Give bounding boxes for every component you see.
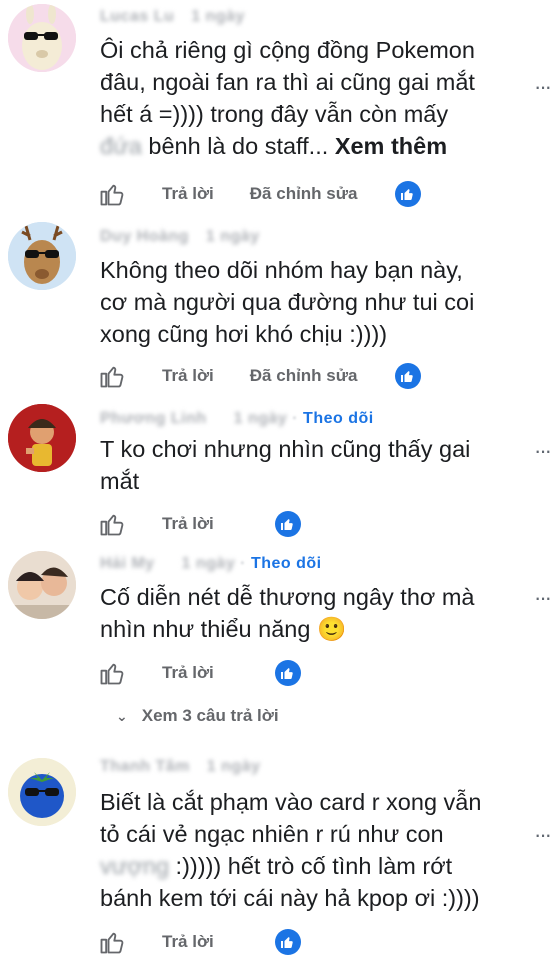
edited-label[interactable]: Đã chỉnh sửa bbox=[250, 366, 358, 386]
comment-line: cơ mà người qua đường như tui coi bbox=[100, 289, 475, 315]
comment-meta: Hải My 1 ngày · Theo dõi bbox=[100, 555, 322, 573]
more-options-icon[interactable]: ··· bbox=[534, 74, 550, 100]
like-reaction-icon[interactable] bbox=[274, 928, 302, 956]
avatar[interactable] bbox=[8, 404, 76, 472]
comment-meta: Duy Hoàng 1 ngày bbox=[100, 228, 260, 246]
author-name[interactable]: Duy Hoàng bbox=[100, 228, 189, 245]
avatar[interactable] bbox=[8, 4, 76, 72]
thumbs-up-icon[interactable] bbox=[98, 659, 126, 687]
comment-text: Biết là cắt phạm vào card r xong vẫn tỏ … bbox=[100, 786, 520, 914]
comment-time[interactable]: 1 ngày bbox=[182, 555, 236, 572]
chevron-down-icon: ⌄ bbox=[116, 707, 128, 724]
comment-time[interactable]: 1 ngày bbox=[206, 228, 260, 245]
thumbs-up-icon[interactable] bbox=[98, 928, 126, 956]
follow-button[interactable]: Theo dõi bbox=[303, 410, 374, 427]
separator-dot: · bbox=[292, 410, 299, 427]
comment-meta: Phương Linh 1 ngày · Theo dõi bbox=[100, 410, 374, 428]
faded-text: vượng bbox=[100, 853, 170, 879]
reply-button[interactable]: Trả lời bbox=[162, 514, 214, 534]
reply-button[interactable]: Trả lời bbox=[162, 932, 214, 952]
comment-actions: Trả lời bbox=[98, 508, 302, 540]
comment-time[interactable]: 1 ngày bbox=[207, 758, 261, 775]
comment-line-rest: :))))) hết trò cố tình làm rớt bbox=[169, 853, 453, 879]
comment-meta: Thanh Tâm 1 ngày bbox=[100, 758, 260, 776]
comment-actions: Trả lời bbox=[98, 657, 302, 689]
reply-button[interactable]: Trả lời bbox=[162, 663, 214, 683]
more-options-icon[interactable]: ··· bbox=[534, 438, 550, 464]
avatar[interactable] bbox=[8, 758, 76, 826]
avatar[interactable] bbox=[8, 551, 76, 619]
like-reaction-icon[interactable] bbox=[274, 659, 302, 687]
author-name[interactable]: Thanh Tâm bbox=[100, 758, 190, 775]
comment-actions: Trả lời bbox=[98, 926, 302, 958]
edited-label[interactable]: Đã chỉnh sửa bbox=[250, 184, 358, 204]
comment-line: T ko chơi nhưng nhìn cũng thấy gai bbox=[100, 436, 471, 462]
like-reaction-icon[interactable] bbox=[394, 180, 422, 208]
more-options-icon[interactable]: ··· bbox=[534, 585, 550, 611]
comment-line: bánh kem tới cái này hả kpop ơi :)))) bbox=[100, 885, 480, 911]
character-avatar-icon bbox=[8, 404, 76, 472]
author-name[interactable]: Lucas Lu bbox=[100, 8, 174, 25]
separator-dot: · bbox=[240, 555, 246, 572]
comment-line-rest: bênh là do staff... bbox=[141, 133, 335, 159]
comment-line: tỏ cái vẻ ngạc nhiên r rú như con bbox=[100, 821, 444, 847]
comment-line: Không theo dõi nhóm hay bạn này, bbox=[100, 257, 463, 283]
comment-line: đứa bênh là do staff... Xem thêm bbox=[100, 130, 520, 162]
faded-text: đứa bbox=[100, 133, 142, 159]
comment-line: xong cũng hơi khó chịu :)))) bbox=[100, 321, 388, 347]
reply-button[interactable]: Trả lời bbox=[162, 184, 214, 204]
reply-button[interactable]: Trả lời bbox=[162, 366, 214, 386]
comment-actions: Trả lời Đã chỉnh sửa bbox=[98, 178, 422, 210]
comment-line: hết á =)))) trong đây vẫn còn mấy bbox=[100, 101, 449, 127]
comment-line: nhìn như thiểu năng 🙂 bbox=[100, 613, 520, 645]
more-options-icon[interactable]: ··· bbox=[534, 822, 550, 848]
comment-line: Ôi chả riêng gì cộng đồng Pokemon bbox=[100, 37, 475, 63]
comment-line-text: nhìn như thiểu năng bbox=[100, 616, 311, 642]
author-name[interactable]: Hải My bbox=[100, 555, 155, 572]
comment-text: Cố diễn nét dễ thương ngây thơ mà nhìn n… bbox=[100, 581, 520, 645]
comment-actions: Trả lời Đã chỉnh sửa bbox=[98, 360, 422, 392]
comment-meta: Lucas Lu 1 ngày bbox=[100, 8, 245, 26]
view-replies-label: Xem 3 câu trả lời bbox=[141, 706, 279, 725]
thumbs-up-icon[interactable] bbox=[98, 180, 126, 208]
comment-line: đâu, ngoài fan ra thì ai cũng gai mắt bbox=[100, 69, 475, 95]
comment-text: Ôi chả riêng gì cộng đồng Pokemon đâu, n… bbox=[100, 34, 520, 162]
comment-line: vượng :))))) hết trò cố tình làm rớt bbox=[100, 850, 520, 882]
comment-time[interactable]: 1 ngày bbox=[191, 8, 245, 25]
blueberry-avatar-icon bbox=[8, 758, 76, 826]
follow-button[interactable]: Theo dõi bbox=[251, 555, 322, 572]
like-reaction-icon[interactable] bbox=[274, 510, 302, 538]
thumbs-up-icon[interactable] bbox=[98, 510, 126, 538]
comment-time[interactable]: 1 ngày bbox=[234, 410, 288, 427]
deer-avatar-icon bbox=[8, 222, 76, 290]
photo-avatar-icon bbox=[8, 551, 76, 619]
view-replies-button[interactable]: ⌄ Xem 3 câu trả lời bbox=[116, 706, 279, 726]
comment-line: Cố diễn nét dễ thương ngây thơ mà bbox=[100, 584, 475, 610]
see-more-link[interactable]: Xem thêm bbox=[335, 133, 447, 159]
comment-text: T ko chơi nhưng nhìn cũng thấy gai mắt bbox=[100, 433, 520, 497]
comment-line: mắt bbox=[100, 468, 140, 494]
thumbs-up-icon[interactable] bbox=[98, 362, 126, 390]
like-reaction-icon[interactable] bbox=[394, 362, 422, 390]
comment-text: Không theo dõi nhóm hay bạn này, cơ mà n… bbox=[100, 254, 520, 350]
comment-line: Biết là cắt phạm vào card r xong vẫn bbox=[100, 789, 482, 815]
avatar[interactable] bbox=[8, 222, 76, 290]
llama-avatar-icon bbox=[8, 4, 76, 72]
author-name[interactable]: Phương Linh bbox=[100, 410, 207, 427]
slight-smile-emoji: 🙂 bbox=[316, 616, 347, 642]
